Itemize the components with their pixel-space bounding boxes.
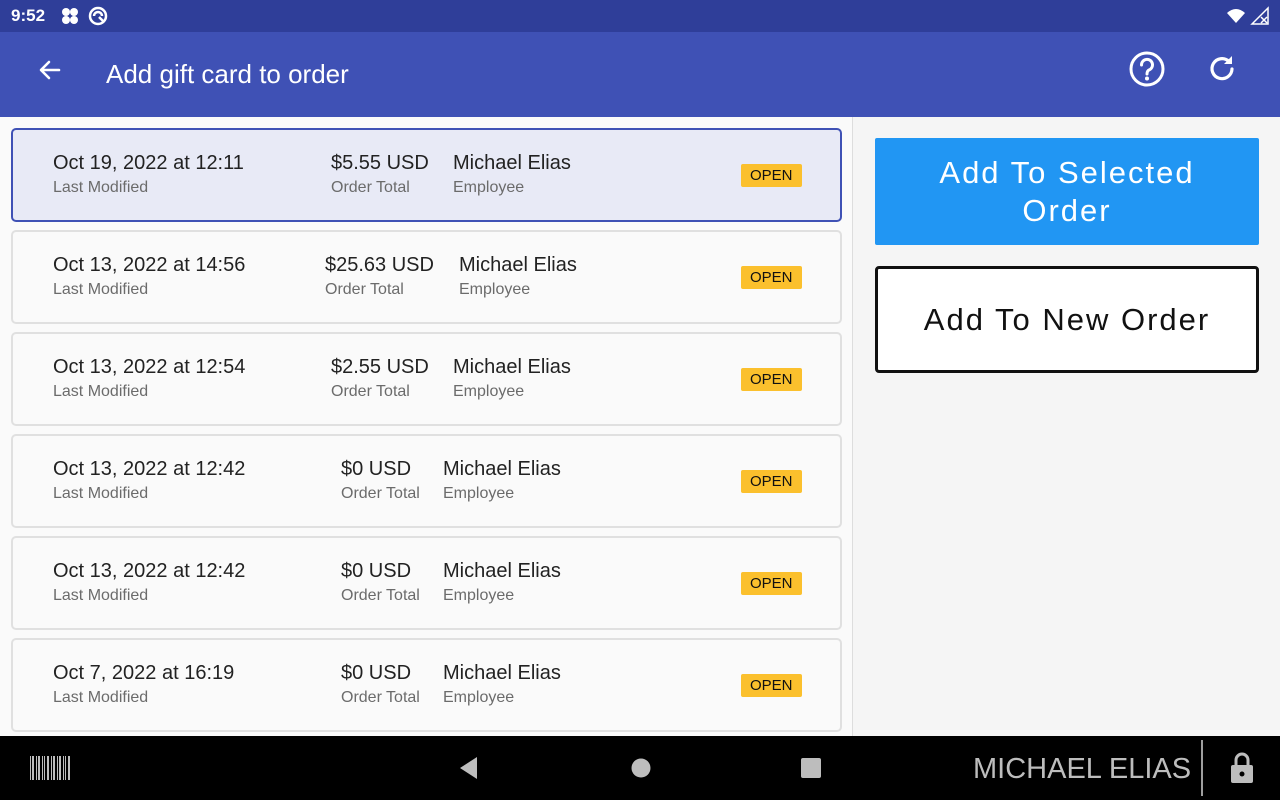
order-employee: Michael Elias	[443, 560, 561, 582]
order-employee-label: Employee	[443, 485, 515, 502]
order-employee-column: Michael Elias Employee	[443, 458, 561, 503]
order-list: Oct 19, 2022 at 12:11 Last Modified $5.5…	[0, 117, 853, 736]
order-card[interactable]: Oct 13, 2022 at 12:54 Last Modified $2.5…	[11, 332, 842, 426]
order-employee-column: Michael Elias Employee	[443, 662, 561, 707]
order-total: $5.55 USD	[331, 152, 429, 174]
signal-icon	[1250, 6, 1270, 31]
add-to-selected-order-label-line1: Add To Selected	[939, 154, 1195, 190]
order-date-column: Oct 13, 2022 at 14:56 Last Modified	[53, 254, 245, 299]
order-card[interactable]: Oct 13, 2022 at 14:56 Last Modified $25.…	[11, 230, 842, 324]
order-date-label: Last Modified	[53, 485, 149, 502]
order-date: Oct 13, 2022 at 12:42	[53, 560, 246, 582]
help-button[interactable]	[1124, 48, 1170, 94]
order-employee-column: Michael Elias Employee	[459, 254, 577, 299]
nav-divider	[1201, 740, 1203, 796]
order-date: Oct 19, 2022 at 12:11	[53, 152, 244, 174]
order-total-label: Order Total	[341, 689, 420, 706]
order-date-column: Oct 13, 2022 at 12:42 Last Modified	[53, 458, 245, 503]
order-employee-column: Michael Elias Employee	[443, 560, 561, 605]
order-total-label: Order Total	[331, 179, 410, 196]
order-total-column: $0 USD Order Total	[341, 560, 420, 605]
status-badge: OPEN	[741, 674, 802, 697]
status-icons-left	[60, 6, 108, 31]
order-total-label: Order Total	[325, 281, 404, 298]
order-employee: Michael Elias	[443, 458, 561, 480]
current-user-name: MICHAEL ELIAS	[973, 753, 1192, 785]
status-icons-right	[1226, 6, 1270, 31]
status-badge: OPEN	[741, 266, 802, 289]
order-employee-label: Employee	[459, 281, 531, 298]
order-date-label: Last Modified	[53, 179, 149, 196]
order-total-column: $0 USD Order Total	[341, 458, 420, 503]
status-badge: OPEN	[741, 572, 802, 595]
barcode-icon[interactable]	[28, 756, 72, 780]
order-card[interactable]: Oct 7, 2022 at 16:19 Last Modified $0 US…	[11, 638, 842, 732]
nav-bar: MICHAEL ELIAS	[0, 736, 1280, 800]
notification-icon	[88, 6, 108, 31]
order-employee-label: Employee	[453, 383, 525, 400]
order-date: Oct 7, 2022 at 16:19	[53, 662, 235, 684]
add-to-selected-order-label-line2: Order	[1022, 192, 1112, 228]
page-title: Add gift card to order	[106, 59, 349, 89]
order-date-column: Oct 13, 2022 at 12:42 Last Modified	[53, 560, 245, 605]
app-grid-icon	[60, 6, 80, 31]
arrow-left-icon	[37, 57, 63, 88]
order-total: $25.63 USD	[325, 254, 434, 276]
order-total-column: $0 USD Order Total	[341, 662, 420, 707]
status-badge: OPEN	[741, 368, 802, 391]
status-time: 9:52	[11, 6, 46, 25]
order-card[interactable]: Oct 13, 2022 at 12:42 Last Modified $0 U…	[11, 536, 842, 630]
app-bar: Add gift card to order	[0, 32, 1280, 117]
status-badge: OPEN	[741, 470, 802, 493]
order-date-column: Oct 13, 2022 at 12:54 Last Modified	[53, 356, 245, 401]
order-employee-label: Employee	[453, 179, 525, 196]
order-card[interactable]: Oct 19, 2022 at 12:11 Last Modified $5.5…	[11, 128, 842, 222]
order-total-label: Order Total	[341, 485, 420, 502]
order-date-label: Last Modified	[53, 281, 149, 298]
add-to-selected-order-button[interactable]: Add To Selected Order	[875, 138, 1259, 245]
order-card[interactable]: Oct 13, 2022 at 12:42 Last Modified $0 U…	[11, 434, 842, 528]
order-total: $0 USD	[341, 458, 412, 480]
order-employee: Michael Elias	[453, 152, 571, 174]
order-employee: Michael Elias	[453, 356, 571, 378]
order-date-label: Last Modified	[53, 383, 149, 400]
actions-panel: Add To Selected Order Add To New Order	[854, 117, 1280, 736]
status-bar: 9:52	[0, 0, 1280, 32]
lock-icon[interactable]	[1226, 750, 1258, 786]
order-employee-column: Michael Elias Employee	[453, 356, 571, 401]
wifi-icon	[1226, 6, 1246, 31]
refresh-button[interactable]	[1199, 48, 1245, 94]
order-total-label: Order Total	[331, 383, 410, 400]
order-total: $2.55 USD	[331, 356, 429, 378]
add-to-selected-order-label: Add To Selected Order	[939, 154, 1194, 230]
order-total-column: $5.55 USD Order Total	[331, 152, 429, 197]
nav-recents-icon[interactable]	[797, 754, 825, 782]
order-date-label: Last Modified	[53, 587, 149, 604]
order-total: $0 USD	[341, 662, 412, 684]
status-badge: OPEN	[741, 164, 802, 187]
order-total-label: Order Total	[341, 587, 420, 604]
nav-home-icon[interactable]	[627, 754, 655, 782]
add-to-new-order-button[interactable]: Add To New Order	[875, 266, 1259, 373]
back-button[interactable]	[30, 52, 70, 92]
order-employee: Michael Elias	[459, 254, 577, 276]
order-date-column: Oct 19, 2022 at 12:11 Last Modified	[53, 152, 244, 197]
order-employee-label: Employee	[443, 689, 515, 706]
order-date: Oct 13, 2022 at 12:42	[53, 458, 246, 480]
order-employee-label: Employee	[443, 587, 515, 604]
order-date-column: Oct 7, 2022 at 16:19 Last Modified	[53, 662, 234, 707]
order-date-label: Last Modified	[53, 689, 149, 706]
order-employee: Michael Elias	[443, 662, 561, 684]
order-total-column: $25.63 USD Order Total	[325, 254, 434, 299]
help-circle-icon	[1128, 50, 1166, 93]
order-total: $0 USD	[341, 560, 412, 582]
order-date: Oct 13, 2022 at 12:54	[53, 356, 246, 378]
order-total-column: $2.55 USD Order Total	[331, 356, 429, 401]
order-date: Oct 13, 2022 at 14:56	[53, 254, 246, 276]
order-employee-column: Michael Elias Employee	[453, 152, 571, 197]
nav-back-icon[interactable]	[455, 754, 483, 782]
refresh-icon	[1205, 52, 1239, 91]
